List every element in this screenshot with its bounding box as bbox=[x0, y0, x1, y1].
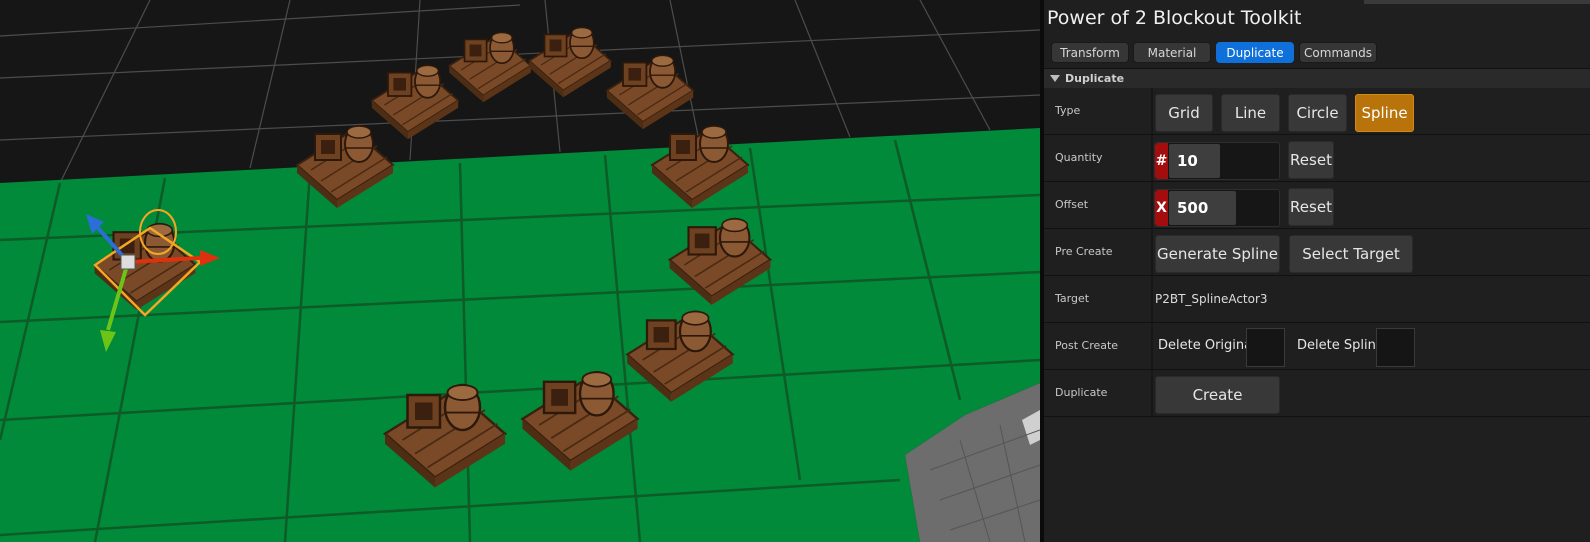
row-label-duplicate: Duplicate bbox=[1055, 386, 1108, 399]
row-divider bbox=[1151, 182, 1153, 228]
generate-spline-button[interactable]: Generate Spline bbox=[1155, 235, 1280, 273]
row-label-type: Type bbox=[1055, 104, 1081, 117]
row-pre-create: Pre Create Generate Spline Select Target bbox=[1044, 229, 1590, 276]
level-viewport[interactable] bbox=[0, 0, 1040, 542]
offset-axis-x-prefix: X bbox=[1155, 190, 1168, 226]
row-divider bbox=[1151, 323, 1153, 369]
viewport-scene bbox=[0, 0, 1040, 542]
type-spline-button[interactable]: Spline bbox=[1355, 94, 1414, 132]
row-divider bbox=[1151, 276, 1153, 322]
row-target: Target P2BT_SplineActor3 bbox=[1044, 276, 1590, 323]
row-label-pre-create: Pre Create bbox=[1055, 245, 1113, 258]
target-value: P2BT_SplineActor3 bbox=[1155, 292, 1268, 306]
row-divider bbox=[1151, 135, 1153, 181]
delete-spline-label: Delete Spline bbox=[1297, 338, 1384, 353]
row-offset: Offset X 500 Reset bbox=[1044, 182, 1590, 229]
delete-original-checkbox[interactable] bbox=[1246, 328, 1285, 367]
offset-value[interactable]: 500 bbox=[1169, 191, 1236, 225]
section-header-label: Duplicate bbox=[1065, 72, 1125, 85]
row-type: Type Grid Line Circle Spline bbox=[1044, 88, 1590, 135]
tab-material[interactable]: Material bbox=[1133, 42, 1211, 63]
panel-title: Power of 2 Blockout Toolkit bbox=[1047, 7, 1302, 29]
tab-commands[interactable]: Commands bbox=[1299, 42, 1377, 63]
row-divider bbox=[1151, 88, 1153, 134]
offset-field[interactable]: X 500 bbox=[1154, 189, 1280, 227]
quantity-field[interactable]: # 10 bbox=[1154, 142, 1280, 180]
row-divider bbox=[1151, 229, 1153, 275]
collapse-arrow-icon bbox=[1050, 75, 1060, 82]
row-label-quantity: Quantity bbox=[1055, 151, 1103, 164]
delete-original-label: Delete Original bbox=[1158, 338, 1256, 353]
row-label-target: Target bbox=[1055, 292, 1090, 305]
tab-duplicate[interactable]: Duplicate bbox=[1216, 42, 1294, 63]
create-button[interactable]: Create bbox=[1155, 376, 1280, 414]
row-divider bbox=[1151, 370, 1153, 416]
section-header-duplicate[interactable]: Duplicate bbox=[1044, 68, 1590, 89]
offset-reset-button[interactable]: Reset bbox=[1288, 188, 1334, 226]
row-quantity: Quantity # 10 Reset bbox=[1044, 135, 1590, 182]
tab-transform[interactable]: Transform bbox=[1051, 42, 1129, 63]
blockout-toolkit-panel: Power of 2 Blockout Toolkit Transform Ma… bbox=[1044, 0, 1590, 542]
quantity-reset-button[interactable]: Reset bbox=[1288, 141, 1334, 179]
select-target-button[interactable]: Select Target bbox=[1289, 235, 1413, 273]
row-duplicate: Duplicate Create bbox=[1044, 370, 1590, 417]
type-circle-button[interactable]: Circle bbox=[1288, 94, 1347, 132]
row-label-offset: Offset bbox=[1055, 198, 1089, 211]
row-label-post-create: Post Create bbox=[1055, 339, 1119, 352]
quantity-value[interactable]: 10 bbox=[1169, 144, 1220, 178]
quantity-prefix: # bbox=[1155, 143, 1168, 179]
type-line-button[interactable]: Line bbox=[1221, 94, 1280, 132]
delete-spline-checkbox[interactable] bbox=[1376, 328, 1415, 367]
panel-top-strip bbox=[1364, 0, 1590, 4]
row-post-create: Post Create Delete Original Delete Splin… bbox=[1044, 323, 1590, 370]
type-grid-button[interactable]: Grid bbox=[1155, 94, 1213, 132]
